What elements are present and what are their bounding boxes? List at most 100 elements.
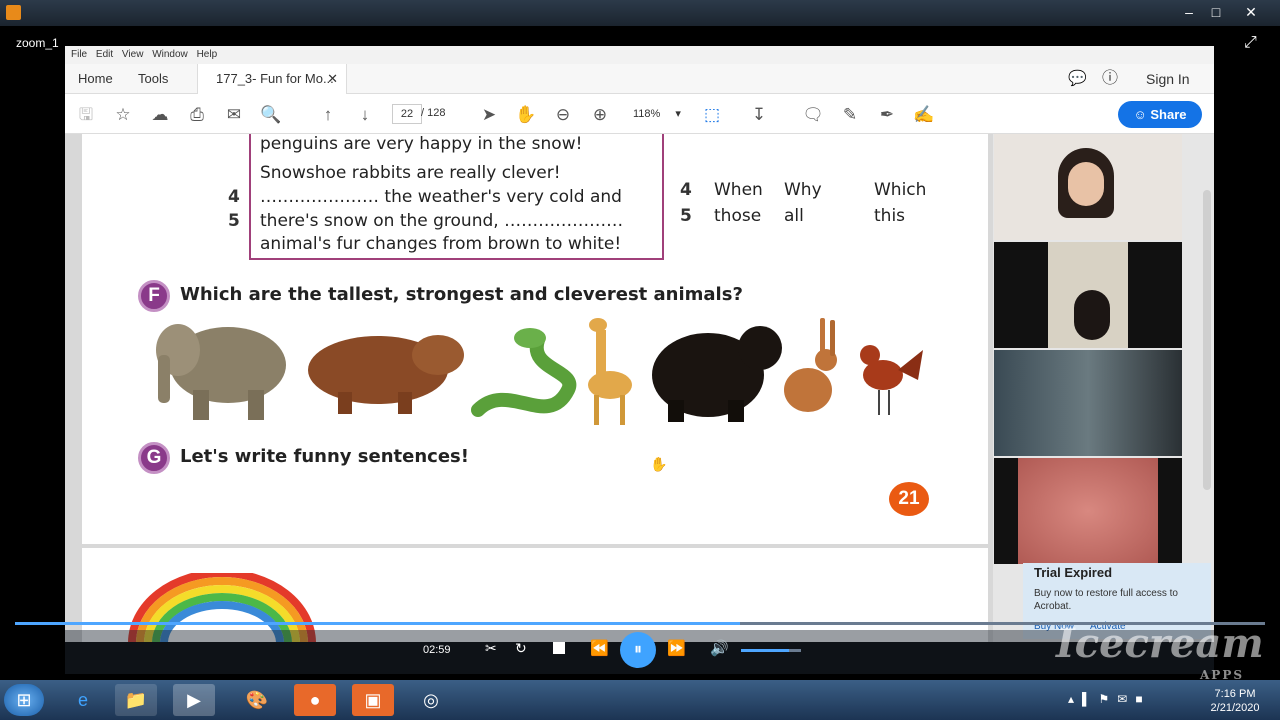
brand-name: Icecream xyxy=(1056,620,1264,667)
forward-icon[interactable]: ⏩ xyxy=(667,639,686,657)
loop-icon[interactable]: ↻ xyxy=(515,640,527,657)
giraffe-image xyxy=(588,318,632,425)
acrobat-window: File Edit View Window Help Home Tools 17… xyxy=(65,46,1214,642)
tab-document[interactable]: 177_3- Fun for Mo... ✕ xyxy=(197,64,347,94)
story-line-3: ………………… the weather's very cold and xyxy=(260,187,622,207)
time-display: 02:59 xyxy=(423,644,451,656)
explorer-icon[interactable]: 📁 xyxy=(115,684,157,716)
tray-icons[interactable]: ▴▌⚑✉■ xyxy=(1068,692,1151,706)
menu-help[interactable]: Help xyxy=(197,46,218,64)
next-page-icon[interactable]: ↓ xyxy=(354,104,376,126)
edit-tag-icon[interactable]: ✍ xyxy=(913,104,935,126)
toolbar: 🖫 ☆ ☁ ⎙ ✉ 🔍 ↑ ↓ 22 / 128 ➤ ✋ ⊖ ⊕ 118% ▾ … xyxy=(65,94,1214,134)
volume-icon[interactable]: 🔊 xyxy=(710,639,729,657)
paint-icon[interactable]: 🎨 xyxy=(236,684,278,716)
elephant-image xyxy=(156,324,286,420)
tab-home[interactable]: Home xyxy=(78,64,113,94)
screenshot-icon[interactable]: ✂ xyxy=(485,640,497,657)
maximize-button[interactable]: □ xyxy=(1205,3,1227,21)
trial-title: Trial Expired xyxy=(1034,565,1113,580)
section-g-badge: G xyxy=(138,442,170,474)
help-icon[interactable]: ⓘ xyxy=(1102,64,1118,94)
animals-illustration xyxy=(156,318,923,425)
hare-image xyxy=(784,318,837,412)
zoom-in-icon[interactable]: ⊕ xyxy=(589,104,611,126)
hand-tool-icon[interactable]: ✋ xyxy=(515,104,537,126)
answer-row-5-word-2: all xyxy=(784,206,804,226)
participant-video xyxy=(1018,458,1158,564)
section-f-title: Which are the tallest, strongest and cle… xyxy=(180,284,743,305)
video-tile-1[interactable] xyxy=(994,134,1182,240)
prev-page-icon[interactable]: ↑ xyxy=(317,104,339,126)
highlight-icon[interactable]: ✎ xyxy=(839,104,861,126)
close-tab-icon[interactable]: ✕ xyxy=(327,64,338,94)
story-line-5: animal's fur changes from brown to white… xyxy=(260,234,622,254)
stop-icon[interactable] xyxy=(553,642,565,654)
volume-fill xyxy=(741,649,789,652)
fullscreen-icon[interactable]: ⤢ xyxy=(1244,34,1264,52)
story-line-1: penguins are very happy in the snow! xyxy=(260,134,583,154)
tab-document-label: 177_3- Fun for Mo... xyxy=(216,71,334,86)
answer-row-4-word-2: Why xyxy=(784,180,822,200)
answer-row-4-word-3: Which xyxy=(874,180,927,200)
line-number-4: 4 xyxy=(228,187,240,207)
tab-tools[interactable]: Tools xyxy=(138,64,168,94)
clock-date: 2/21/2020 xyxy=(1210,702,1260,714)
bird-image xyxy=(860,345,923,415)
seek-bar-fill xyxy=(15,622,740,625)
star-icon[interactable]: ☆ xyxy=(112,104,134,126)
taskbar: ⊞ e 📁 ▶ 🎨 ● ▣ ◎ ▴▌⚑✉■ xyxy=(0,680,1280,720)
close-button[interactable]: ✕ xyxy=(1240,3,1262,21)
mail-icon[interactable]: ✉ xyxy=(223,104,245,126)
participant-face xyxy=(1068,162,1104,206)
video-tile-4[interactable] xyxy=(994,458,1182,564)
recorder-icon[interactable]: ● xyxy=(294,684,336,716)
clock[interactable]: 7:16 PM 2/21/2020 xyxy=(1200,687,1270,715)
answer-row-4-word-1: When xyxy=(714,180,763,200)
minimize-button[interactable]: – xyxy=(1178,3,1200,21)
participant-face xyxy=(1074,290,1110,340)
tab-bar: Home Tools 177_3- Fun for Mo... ✕ 💬 ⓘ Si… xyxy=(65,64,1214,94)
save-icon[interactable]: 🖫 xyxy=(75,104,97,126)
start-button[interactable]: ⊞ xyxy=(4,684,44,716)
player-titlebar: – □ ✕ xyxy=(0,0,1280,26)
media-player-icon[interactable]: ▶ xyxy=(173,684,215,716)
chrome-icon[interactable]: ◎ xyxy=(410,684,452,716)
fit-page-icon[interactable]: ⬚ xyxy=(701,104,723,126)
answer-row-4-num: 4 xyxy=(680,180,692,200)
window-label: zoom_1 xyxy=(16,36,59,50)
video-tile-2[interactable] xyxy=(994,242,1182,348)
print-icon[interactable]: ⎙ xyxy=(186,104,208,126)
page-number-input[interactable]: 22 xyxy=(392,104,422,124)
zoom-value: 118% xyxy=(633,108,661,120)
capture-icon[interactable]: ▣ xyxy=(352,684,394,716)
story-line-4: there's snow on the ground, ………………… xyxy=(260,211,624,231)
zoom-search-icon[interactable]: 🔍 xyxy=(260,104,282,126)
menu-window[interactable]: Window xyxy=(152,46,188,64)
zoom-select[interactable]: 118% ▾ xyxy=(621,104,691,124)
rewind-icon[interactable]: ⏪ xyxy=(590,639,609,657)
scroll-mode-icon[interactable]: ↧ xyxy=(748,104,770,126)
pause-button[interactable]: ⏸ xyxy=(620,632,656,668)
menu-edit[interactable]: Edit xyxy=(96,46,113,64)
comment-tool-icon[interactable]: 🗨 xyxy=(802,104,824,126)
video-tile-3[interactable] xyxy=(994,350,1182,456)
share-button[interactable]: ☺ Share xyxy=(1118,101,1202,128)
hand-cursor-icon: ✋ xyxy=(650,456,668,472)
section-f-badge: F xyxy=(138,280,170,312)
zoom-out-icon[interactable]: ⊖ xyxy=(552,104,574,126)
page-total: / 128 xyxy=(421,107,446,119)
comment-icon[interactable]: 💬 xyxy=(1068,64,1087,94)
sign-icon[interactable]: ✒ xyxy=(876,104,898,126)
menu-view[interactable]: View xyxy=(122,46,144,64)
volume-slider[interactable] xyxy=(741,649,801,652)
select-cursor-icon[interactable]: ➤ xyxy=(478,104,500,126)
snake-image xyxy=(471,328,577,417)
panel-scrollbar[interactable] xyxy=(1203,190,1211,490)
menu-file[interactable]: File xyxy=(71,46,87,64)
ie-icon[interactable]: e xyxy=(62,684,104,716)
menu-bar: File Edit View Window Help xyxy=(65,46,1214,64)
sign-in-link[interactable]: Sign In xyxy=(1146,64,1190,94)
pdf-page: penguins are very happy in the snow! Sno… xyxy=(82,134,988,544)
upload-icon[interactable]: ☁ xyxy=(149,104,171,126)
